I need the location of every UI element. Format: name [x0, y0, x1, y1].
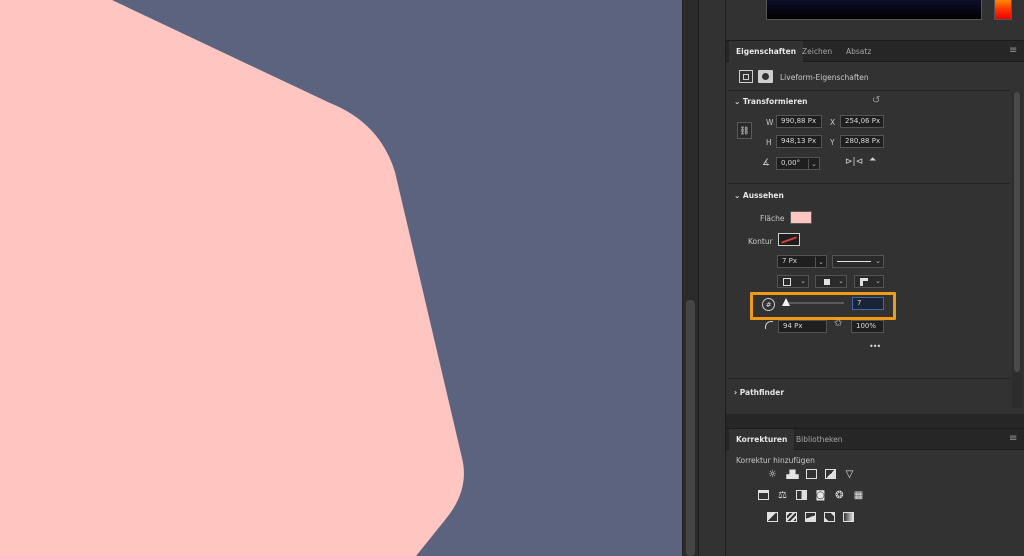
height-field[interactable]: 948,13 Px — [776, 135, 822, 148]
color-balance-icon[interactable]: ⚖ — [776, 489, 789, 501]
bounding-box-icon[interactable] — [739, 70, 753, 83]
angle-field[interactable]: 0,00° ⌄ — [776, 157, 820, 170]
appearance-section-header[interactable]: ⌄ Aussehen — [734, 191, 784, 200]
chevron-down-icon: ⌄ — [838, 277, 844, 285]
chevron-right-icon: › — [734, 388, 738, 397]
stroke-color-swatch[interactable] — [778, 233, 800, 246]
chevron-down-icon: ⌄ — [875, 277, 881, 285]
chevron-down-icon: ⌄ — [734, 191, 741, 200]
transform-section-header[interactable]: ⌄ Transformieren — [734, 97, 808, 106]
more-options-button[interactable]: ••• — [869, 342, 881, 351]
selective-color-icon[interactable] — [823, 511, 836, 523]
black-white-icon[interactable] — [795, 489, 808, 501]
transform-title: Transformieren — [742, 97, 808, 106]
appearance-title: Aussehen — [742, 191, 784, 200]
pathfinder-section-header[interactable]: › Pathfinder — [734, 388, 784, 397]
add-adjustment-label: Korrektur hinzufügen — [736, 456, 815, 465]
scrollbar-thumb[interactable] — [686, 300, 695, 556]
stroke-align-dropdown[interactable]: ⌄ — [777, 275, 809, 288]
panel-gutter — [698, 0, 726, 556]
corner-radius-icon — [765, 321, 773, 329]
fill-label: Fläche — [760, 214, 785, 223]
photo-filter-icon[interactable]: ◙ — [814, 489, 827, 501]
star-ratio-icon: ✩ — [834, 318, 843, 329]
width-label: W — [766, 118, 774, 127]
y-field[interactable]: 280,88 Px — [840, 135, 884, 148]
properties-tabbar: Eigenschaften Zeichen Absatz ≡ — [726, 40, 1024, 62]
properties-scrollbar[interactable] — [1012, 92, 1022, 408]
stroke-cap-dropdown[interactable]: ⌄ — [815, 275, 847, 288]
mask-icon[interactable] — [758, 70, 773, 83]
brightness-icon[interactable]: ☼ — [766, 468, 779, 480]
panel-menu-icon[interactable]: ≡ — [1009, 46, 1018, 56]
x-field[interactable]: 254,06 Px — [840, 115, 884, 128]
angle-icon: ∡ — [762, 158, 771, 168]
chevron-down-icon: ⌄ — [875, 257, 881, 265]
y-label: Y — [830, 138, 835, 147]
gradient-map-icon[interactable] — [842, 511, 855, 523]
threshold-icon[interactable] — [804, 511, 817, 523]
vibrance-icon[interactable]: ▽ — [843, 468, 856, 480]
x-label: X — [830, 118, 836, 127]
scrollbar-thumb[interactable] — [1014, 92, 1020, 372]
fill-color-swatch[interactable] — [790, 211, 812, 224]
panel-divider — [726, 414, 1024, 428]
reset-icon[interactable]: ↺ — [872, 95, 880, 106]
hue-slider[interactable] — [994, 0, 1012, 20]
stroke-corner-dropdown[interactable]: ⌄ — [854, 275, 884, 288]
channel-mixer-icon[interactable]: ❂ — [833, 489, 846, 501]
stroke-style-dropdown[interactable]: ⌄ — [832, 255, 884, 268]
flip-vertical-icon[interactable]: ⏶ — [869, 155, 876, 165]
exposure-icon[interactable] — [824, 468, 837, 480]
curves-icon[interactable] — [805, 468, 818, 480]
canvas-vertical-scrollbar[interactable] — [682, 0, 698, 556]
panel-menu-icon[interactable]: ≡ — [1009, 434, 1018, 444]
chevron-down-icon[interactable]: ⌄ — [808, 159, 817, 170]
stroke-label: Kontur — [748, 237, 773, 246]
pathfinder-title: Pathfinder — [739, 388, 785, 397]
tab-properties[interactable]: Eigenschaften — [729, 41, 804, 62]
width-field[interactable]: 990,88 Px — [776, 115, 822, 128]
tab-adjustments[interactable]: Korrekturen — [729, 429, 795, 450]
levels-icon[interactable]: ▟▙ — [786, 468, 799, 480]
star-ratio-field[interactable]: 100% — [851, 320, 884, 333]
tab-paragraph[interactable]: Absatz — [839, 41, 878, 62]
chevron-down-icon: ⌄ — [734, 97, 741, 106]
chevron-down-icon: ⌄ — [800, 277, 806, 285]
invert-icon[interactable] — [766, 511, 779, 523]
color-lookup-icon[interactable]: ▦ — [852, 489, 865, 501]
stroke-width-value: 7 Px — [782, 257, 798, 265]
stroke-width-field[interactable]: 7 Px ⌄ — [777, 255, 827, 268]
context-label: Liveform-Eigenschaften — [780, 73, 869, 82]
tab-character[interactable]: Zeichen — [795, 41, 839, 62]
angle-value: 0,00° — [781, 159, 801, 167]
corner-radius-field[interactable]: 94 Px — [778, 320, 827, 333]
adjustments-tabbar: Korrekturen Bibliotheken ≡ — [726, 428, 1024, 450]
link-dimensions-icon[interactable]: ⛓ — [737, 122, 752, 139]
document-canvas[interactable] — [0, 0, 682, 556]
color-picker-field[interactable] — [766, 0, 982, 20]
focus-highlight — [750, 292, 896, 320]
hue-saturation-icon[interactable] — [757, 489, 770, 501]
flip-horizontal-icon[interactable]: ⊳|⊲ — [845, 157, 863, 167]
posterize-icon[interactable] — [785, 511, 798, 523]
tab-libraries[interactable]: Bibliotheken — [789, 429, 850, 450]
chevron-down-icon[interactable]: ⌄ — [815, 257, 824, 268]
live-shape[interactable] — [0, 0, 682, 556]
height-label: H — [766, 138, 772, 147]
